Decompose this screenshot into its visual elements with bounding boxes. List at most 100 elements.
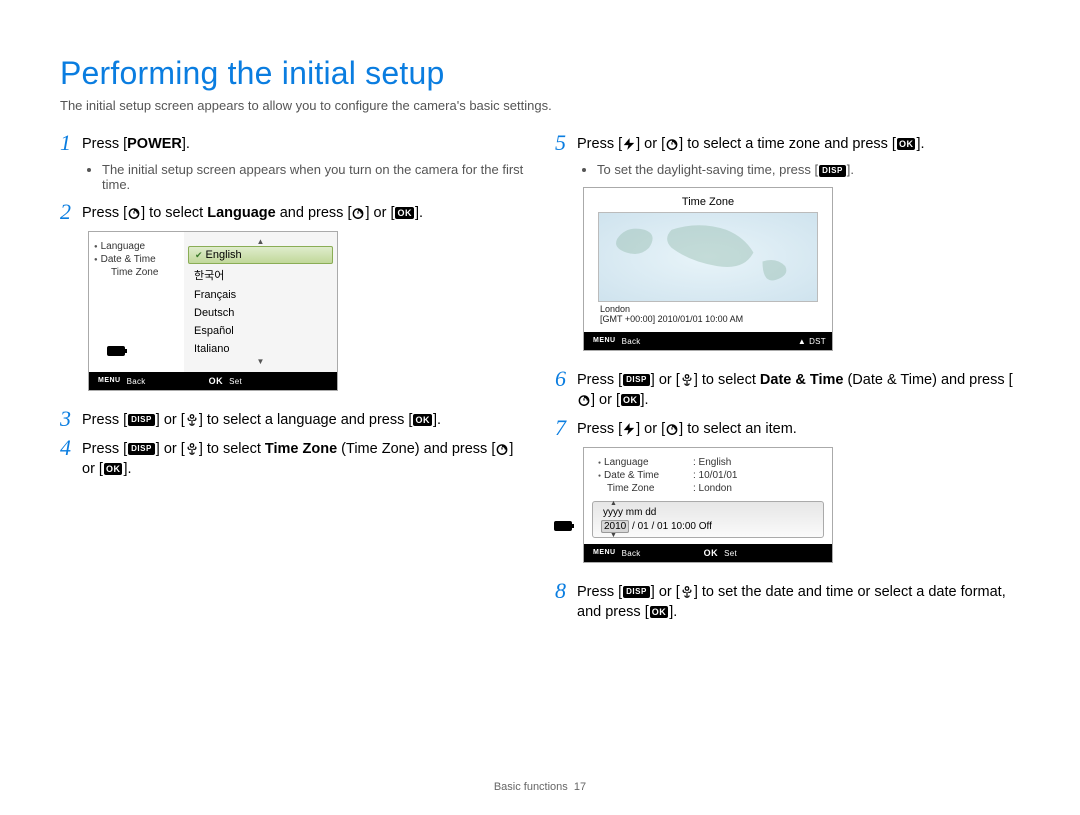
screenshot-timezone: Time Zone London [GMT +00:00] 2010/01/01…: [583, 187, 833, 351]
disp-icon: DISP: [128, 443, 155, 455]
lang-francais: Français: [184, 286, 337, 304]
disp-icon: DISP: [623, 374, 650, 386]
t: Press [: [577, 372, 622, 388]
disp-icon: DISP: [128, 414, 155, 426]
ok-icon: OK: [897, 138, 916, 150]
footer-set: OK Set: [206, 375, 242, 387]
t: DST: [809, 337, 826, 346]
menu-item-datetime: Date & Time: [93, 253, 180, 266]
step-number: 7: [555, 418, 577, 439]
t: Set: [229, 377, 242, 386]
step-1-bullets: The initial setup screen appears when yo…: [88, 162, 525, 192]
v: : London: [693, 483, 732, 494]
t: Press [: [577, 584, 622, 600]
ok-icon: OK: [702, 547, 721, 559]
step-7: 7 Press [] or [] to select an item.: [555, 418, 1020, 439]
page-title: Performing the initial setup: [60, 55, 1020, 92]
row-timezone: Time Zone: [598, 483, 693, 494]
menu-icon: MENU: [591, 547, 618, 559]
ok-icon: OK: [104, 463, 123, 475]
step-number: 8: [555, 581, 577, 622]
power-keyword: POWER: [127, 136, 182, 152]
t: Press [: [82, 205, 127, 221]
lang-espanol: Español: [184, 322, 337, 340]
disp-icon: DISP: [819, 165, 846, 177]
scroll-down-icon: ▼: [184, 358, 337, 366]
flash-icon: [622, 137, 636, 151]
menu-item-timezone: Time Zone: [93, 266, 180, 279]
step-4: 4 Press [DISP] or [] to select Time Zone…: [60, 438, 525, 479]
screenshot-language: Language Date & Time Time Zone ▲ English…: [88, 231, 338, 391]
page-intro: The initial setup screen appears to allo…: [60, 98, 1020, 113]
timer-icon: [665, 422, 679, 436]
step-1-text-a: Press [: [82, 136, 127, 152]
battery-icon: [554, 521, 572, 534]
step-number: 3: [60, 409, 82, 430]
scroll-up-icon: ▲: [184, 238, 337, 246]
date-format-header: yyyy mm dd: [601, 507, 815, 518]
step-number: 1: [60, 133, 82, 154]
right-column: 5 Press [] or [] to select a time zone a…: [555, 133, 1020, 630]
macro-icon: [185, 413, 199, 427]
step-number: 4: [60, 438, 82, 479]
t: ] or [: [591, 392, 620, 408]
step-5: 5 Press [] or [] to select a time zone a…: [555, 133, 1020, 154]
t: ] or [: [156, 412, 185, 428]
t: and press [: [276, 205, 352, 221]
ok-icon: OK: [413, 414, 432, 426]
t: ] to select a language and press [: [199, 412, 413, 428]
v: : 10/01/01: [693, 470, 737, 481]
screenshot-datetime: Language: English Date & Time: 10/01/01 …: [583, 447, 833, 563]
footer-back: MENU Back: [95, 375, 146, 387]
t: Set: [724, 549, 737, 558]
footer-dst: ▲ DST: [798, 335, 826, 347]
row-datetime: Date & Time: [598, 470, 693, 481]
menu-icon: MENU: [591, 335, 618, 347]
t: ] to select: [141, 205, 207, 221]
disp-icon: DISP: [623, 586, 650, 598]
t: ] to select an item.: [679, 421, 797, 437]
timezone-keyword: Time Zone: [265, 441, 337, 457]
flash-icon: [622, 422, 636, 436]
t: ] or [: [636, 136, 665, 152]
t: ] or [: [156, 441, 185, 457]
world-map: [598, 212, 818, 302]
left-column: 1 Press [POWER]. The initial setup scree…: [60, 133, 525, 630]
t: Press [: [82, 441, 127, 457]
step-number: 5: [555, 133, 577, 154]
t: (Date & Time) and press [: [843, 372, 1012, 388]
timer-icon: [495, 442, 509, 456]
macro-icon: [680, 585, 694, 599]
t: Press [: [82, 412, 127, 428]
timer-icon: [127, 206, 141, 220]
timezone-gmt: [GMT +00:00] 2010/01/01 10:00 AM: [600, 314, 816, 324]
t: ] or [: [651, 372, 680, 388]
timer-icon: [665, 137, 679, 151]
footer-section: Basic functions: [494, 781, 568, 793]
down-arrow-icon: ▼: [610, 532, 617, 539]
menu-left-pane: Language Date & Time Time Zone: [89, 232, 184, 372]
lang-deutsch: Deutsch: [184, 304, 337, 322]
menu-item-language: Language: [93, 240, 180, 253]
t: Back: [622, 337, 641, 346]
lang-english: English: [188, 246, 333, 264]
ok-icon: OK: [395, 207, 414, 219]
v: : English: [693, 457, 731, 468]
step-1: 1 Press [POWER].: [60, 133, 525, 154]
step-1-bullet: The initial setup screen appears when yo…: [102, 162, 525, 192]
menu-icon: MENU: [96, 375, 123, 387]
footer-back: MENU Back: [590, 335, 641, 347]
t: Press [: [577, 136, 622, 152]
datetime-keyword: Date & Time: [760, 372, 844, 388]
t: ] or [: [365, 205, 394, 221]
ok-icon: OK: [207, 375, 226, 387]
language-keyword: Language: [207, 205, 275, 221]
step-5-bullets: To set the daylight-saving time, press […: [583, 162, 1020, 177]
t: ] or [: [651, 584, 680, 600]
step-1-text-b: ].: [182, 136, 190, 152]
t: Back: [622, 549, 641, 558]
lang-italiano: Italiano: [184, 340, 337, 358]
step-5-bullet: To set the daylight-saving time, press […: [597, 162, 1020, 177]
ok-icon: OK: [650, 606, 669, 618]
timezone-title: Time Zone: [592, 194, 824, 212]
